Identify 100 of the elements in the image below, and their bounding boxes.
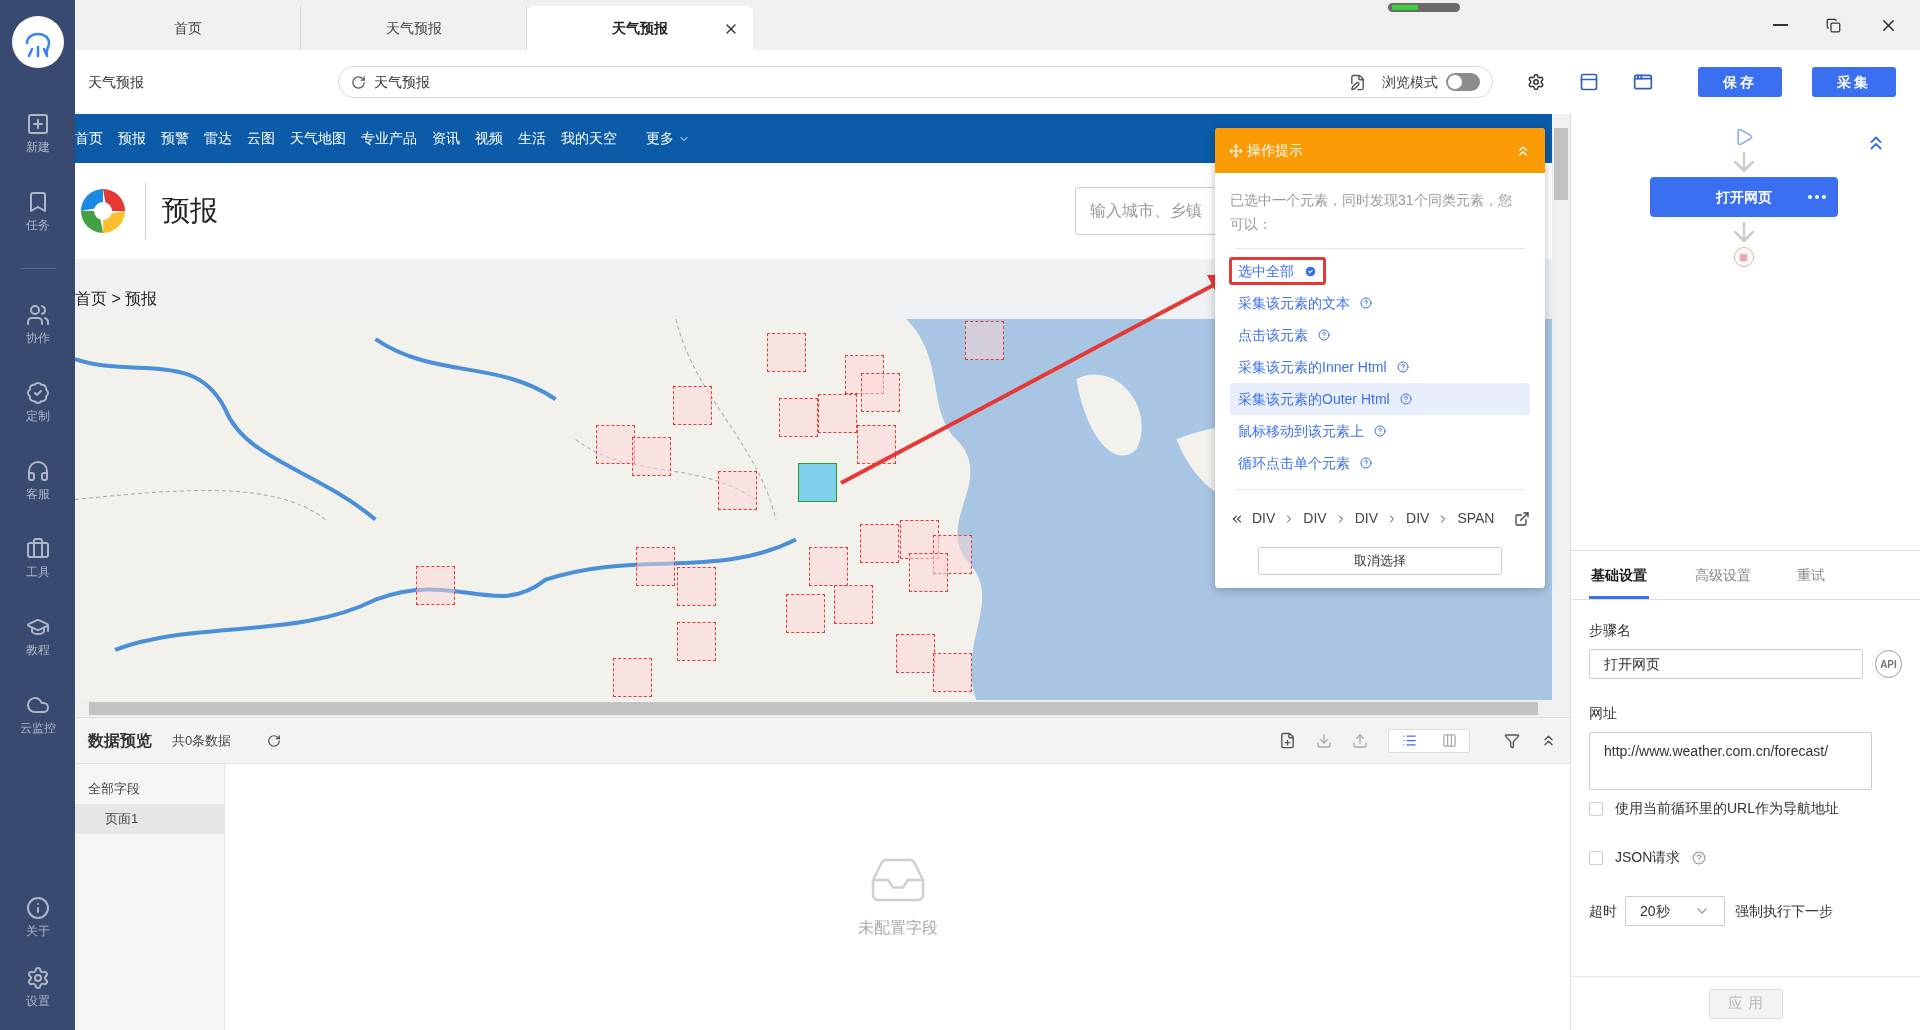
option-item[interactable]: 循环点击单个元素 (1230, 447, 1530, 479)
horizontal-scrollbar[interactable] (75, 700, 1552, 717)
more-icon[interactable] (1807, 195, 1826, 199)
highlight-box (900, 520, 939, 560)
highlight-box (596, 424, 636, 464)
sidebar-item[interactable]: 教程 (25, 615, 50, 659)
highlight-box (817, 394, 857, 434)
action-button[interactable]: 保存 (1698, 67, 1782, 97)
highlight-box (613, 657, 653, 697)
data-preview-title: 数据预览 (88, 730, 152, 751)
empty-message: 未配置字段 (857, 918, 938, 938)
sidebar-item[interactable]: 设置 (25, 966, 50, 1010)
checkbox-option[interactable]: JSON请求 (1589, 847, 1902, 868)
field-item[interactable]: 页面1 (75, 804, 224, 834)
checkbox-option[interactable]: 使用当前循环里的URL作为导航地址 (1589, 798, 1902, 819)
settings-tab[interactable]: 重试 (1797, 565, 1825, 599)
filter-icon (1504, 732, 1520, 749)
settings-tab[interactable]: 高级设置 (1695, 565, 1751, 599)
browser-tab[interactable]: 天气预报 (527, 6, 753, 50)
sidebar-item[interactable]: 协作 (25, 303, 50, 347)
browse-mode-label: 浏览模式 (1382, 72, 1438, 92)
highlight-box (860, 373, 900, 413)
highlight-box (857, 424, 897, 464)
nav-link[interactable]: 雷达 (204, 128, 232, 149)
sidebar-item[interactable]: 新建 (25, 112, 50, 156)
nav-link[interactable]: 资讯 (432, 128, 460, 149)
upload-icon (1352, 732, 1368, 749)
settings-tab[interactable]: 基础设置 (1589, 565, 1649, 599)
sidebar-icon (25, 112, 50, 136)
step-name-field[interactable]: 打开网页 (1589, 649, 1863, 679)
window-icon (1633, 72, 1653, 92)
move-icon (1229, 143, 1243, 158)
settings-icon (1527, 73, 1545, 91)
sidebar-item[interactable]: 客服 (25, 459, 50, 503)
path-segment[interactable]: DIV (1406, 508, 1430, 529)
field-label: 网址 (1589, 704, 1618, 723)
sidebar-item[interactable]: 云监控 (19, 693, 56, 737)
option-item[interactable]: 选中全部 (1230, 255, 1530, 287)
sidebar-item[interactable]: 定制 (25, 381, 50, 425)
highlight-box (778, 397, 818, 437)
site-title: 预报 (162, 194, 218, 228)
highlight-box (416, 565, 456, 605)
path-segment[interactable]: DIV (1252, 508, 1276, 529)
add-field-icon (1279, 732, 1296, 749)
selected-element-box (798, 462, 838, 502)
highlight-box (677, 622, 717, 662)
more-link[interactable]: 更多 (646, 128, 690, 149)
sidebar-icon (25, 966, 50, 990)
columns-icon (1441, 733, 1457, 748)
checkbox[interactable] (1589, 801, 1603, 816)
nav-link[interactable]: 天气地图 (290, 128, 346, 149)
refresh-icon (351, 74, 366, 90)
field-group[interactable]: 全部字段 (75, 774, 224, 804)
workflow-node[interactable]: 打开网页 (1649, 177, 1838, 217)
browse-mode-toggle[interactable] (1446, 73, 1480, 91)
option-item[interactable]: 采集该元素的文本 (1230, 287, 1530, 319)
highlight-box (908, 553, 948, 593)
nav-link[interactable]: 生活 (518, 128, 546, 149)
action-button[interactable]: 采集 (1812, 67, 1896, 97)
option-item[interactable]: 采集该元素的Inner Html (1230, 351, 1530, 383)
path-segment[interactable]: DIV (1303, 508, 1327, 529)
nav-link[interactable]: 视频 (475, 128, 503, 149)
highlight-box (833, 585, 873, 625)
highlight-box (933, 652, 973, 692)
path-segment[interactable]: SPAN (1457, 508, 1495, 529)
checkbox[interactable] (1589, 850, 1603, 865)
vertical-scrollbar[interactable] (1552, 114, 1570, 717)
highlight-box (896, 634, 936, 674)
highlight-box (786, 593, 826, 633)
nav-link[interactable]: 云图 (247, 128, 275, 149)
document-edit-icon (1349, 73, 1366, 91)
restore-icon (1826, 17, 1841, 33)
timeout-select[interactable]: 20秒 (1625, 896, 1725, 926)
app-logo (11, 16, 64, 68)
page-title: 天气预报 (88, 72, 145, 92)
data-count: 共0条数据 (172, 731, 232, 750)
highlight-box (635, 547, 675, 587)
download-icon (1316, 732, 1332, 749)
sidebar-item[interactable]: 工具 (25, 537, 50, 581)
cancel-selection-button[interactable]: 取消选择 (1258, 547, 1502, 575)
option-item[interactable]: 鼠标移动到该元素上 (1230, 415, 1530, 447)
popup-title: 操作提示 (1247, 141, 1303, 160)
sidebar-item[interactable]: 关于 (25, 896, 50, 940)
option-item[interactable]: 点击该元素 (1230, 319, 1530, 351)
highlight-box (859, 524, 899, 564)
highlight-box (631, 437, 671, 477)
highlight-box (766, 333, 806, 373)
breadcrumb: 首页 > 预报 (75, 289, 158, 309)
nav-link[interactable]: 我的天空 (561, 128, 617, 149)
sidebar-item[interactable]: 任务 (25, 190, 50, 234)
nav-link[interactable]: 预报 (118, 128, 146, 149)
nav-link[interactable]: 首页 (75, 128, 103, 149)
progress-indicator-drawing (1388, 3, 1460, 12)
minimize-icon[interactable] (1773, 24, 1788, 26)
nav-link[interactable]: 预警 (161, 128, 189, 149)
path-segment[interactable]: DIV (1354, 508, 1379, 529)
url-field[interactable]: http://www.weather.com.cn/forecast/ (1589, 732, 1872, 790)
highlight-box (964, 320, 1004, 360)
nav-link[interactable]: 专业产品 (361, 128, 417, 149)
option-item[interactable]: 采集该元素的Outer Html (1230, 383, 1530, 415)
